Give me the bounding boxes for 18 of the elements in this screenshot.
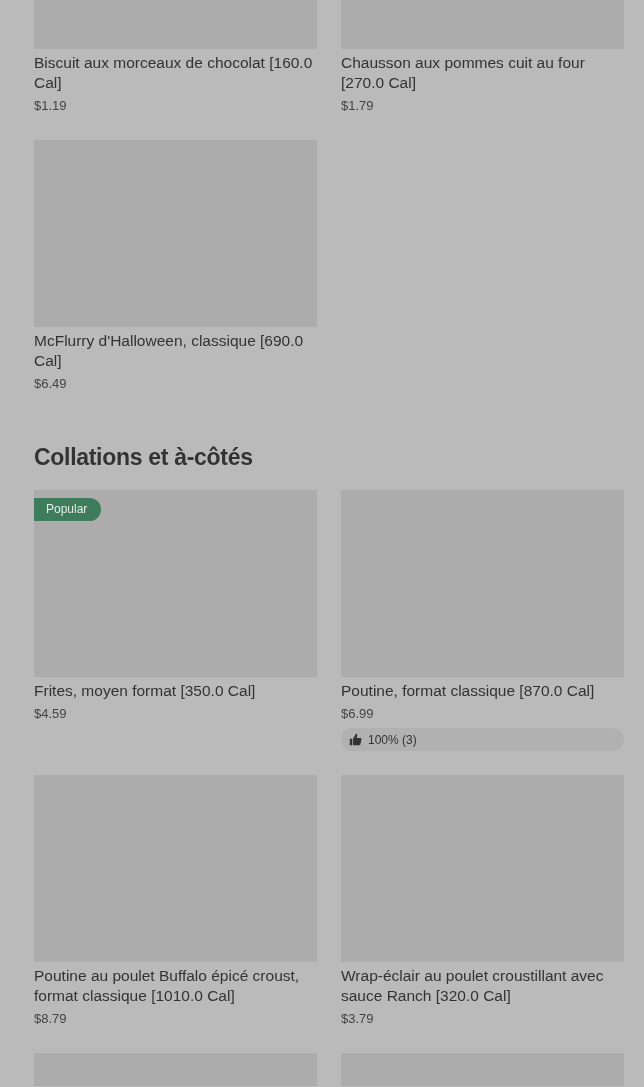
- item-title[interactable]: Frites, moyen format [350.0 Cal]: [34, 681, 317, 701]
- item-price: $8.79: [34, 1010, 68, 1028]
- item-price: $6.99: [341, 705, 375, 723]
- item-title[interactable]: McFlurry d'Halloween, classique [690.0 Cal]: [34, 331, 317, 371]
- item-title[interactable]: Poutine au poulet Buffalo épicé croust, format classique [1010.0 Cal]: [34, 966, 317, 1006]
- item-price: $1.79: [341, 97, 375, 115]
- item-title[interactable]: Poutine, format classique [870.0 Cal]: [341, 681, 624, 701]
- item-title[interactable]: Wrap-éclair au poulet croustillant avec sauce Ranch [320.0 Cal]: [341, 966, 624, 1006]
- item-price: $3.79: [341, 1010, 375, 1028]
- item-title[interactable]: Biscuit aux morceaux de chocolat [160.0 Cal]: [34, 53, 317, 93]
- item-price: $1.19: [34, 97, 68, 115]
- item-price: $6.49: [34, 375, 68, 393]
- popular-badge: Popular: [34, 498, 102, 521]
- item-price: $4.59: [34, 705, 68, 723]
- thumbs-up-icon: [349, 733, 362, 746]
- rating-text: 100% (3): [368, 732, 417, 747]
- item-title[interactable]: Chausson aux pommes cuit au four [270.0 Cal]: [341, 53, 624, 93]
- section-heading: Collations et à-côtés: [34, 444, 254, 470]
